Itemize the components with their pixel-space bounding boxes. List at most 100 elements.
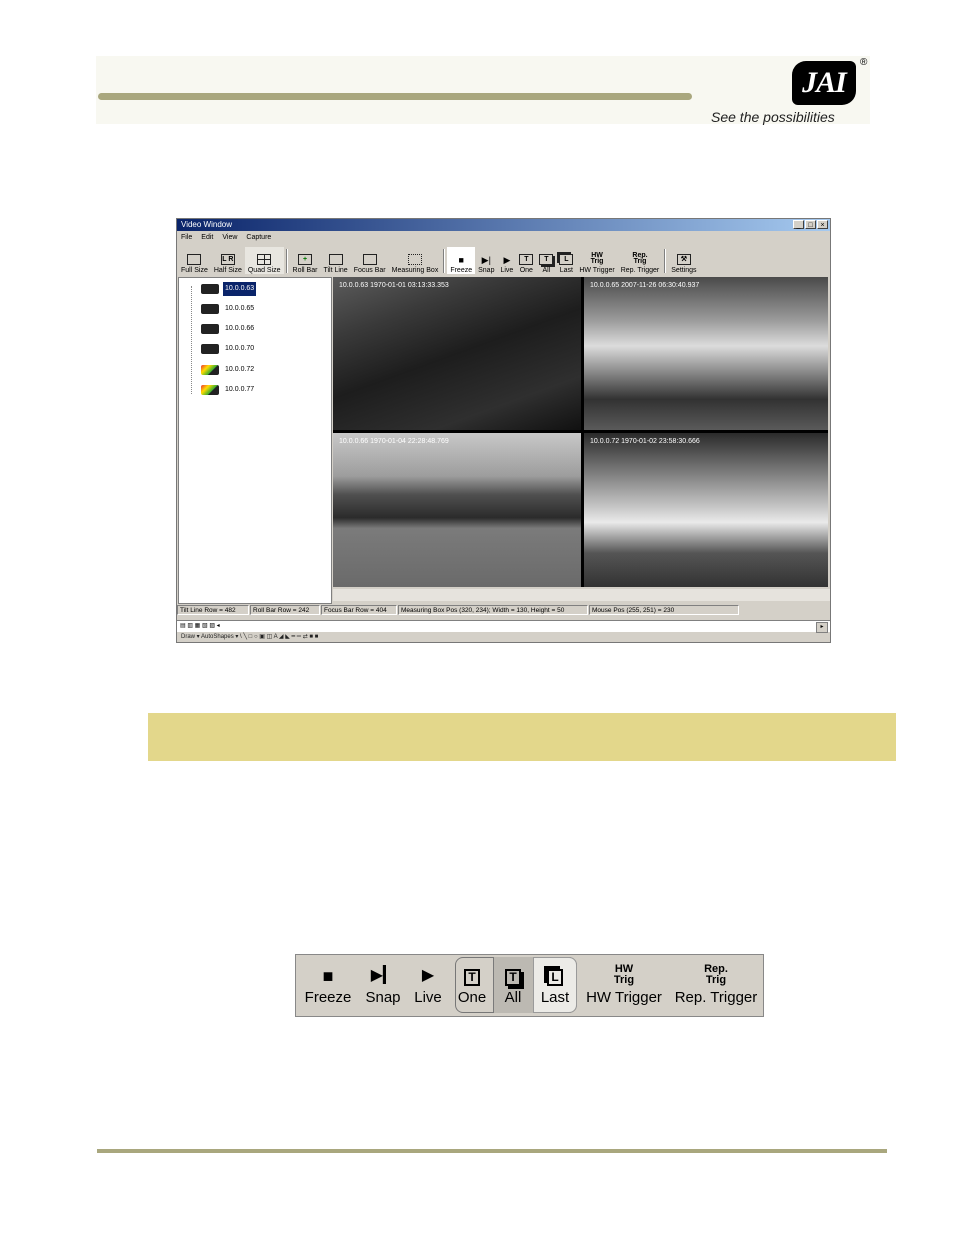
rep-trigger-label: Rep. Trigger [674,989,758,1006]
tilt-line-icon [328,254,343,265]
hw-trigger-button[interactable]: HW Trig HW Trigger [576,247,617,274]
window-titlebar: Video Window _ □ × [177,219,830,231]
hw-trigger-label: HW Trigger [579,267,615,274]
last-label: Last [559,267,573,274]
rep-trigger-button[interactable]: Rep. Trig Rep. Trigger [618,247,663,274]
half-size-label: Half Size [213,267,242,274]
live-button[interactable]: ▶ Live [411,955,445,1016]
camera-icon [201,304,219,314]
tree-item-camera[interactable]: 10.0.0.70 [201,342,256,356]
video-quadrant[interactable]: 10.0.0.72 1970-01-02 23:58:30.666 [584,433,828,587]
snap-label: Snap [365,989,401,1006]
one-label: One [457,989,487,1006]
freeze-button[interactable]: ■ Freeze [304,955,352,1016]
tree-item-camera[interactable]: 10.0.0.72 [201,363,256,377]
full-size-button[interactable]: Full Size [178,247,211,274]
menu-view[interactable]: View [222,232,237,243]
camera-ip: 10.0.0.77 [225,386,255,393]
camera-tree: 10.0.0.63 10.0.0.65 10.0.0.66 10.0.0.70 … [178,277,332,604]
tagline: See the possibilities [711,109,835,125]
document-view-bar: ▤ ▥ ▦ ▧ ▨ ◂ ▸ [177,620,830,633]
video-quadrant[interactable]: 10.0.0.66 1970-01-04 22:28:48.769 [333,433,581,587]
full-size-icon [187,254,202,265]
roll-bar-icon: + [298,254,312,265]
full-size-label: Full Size [181,267,208,274]
last-button[interactable]: L Last [556,247,576,274]
stop-icon: ■ [458,255,464,265]
all-button[interactable]: T All [495,955,531,1016]
last-trigger-icon: L [559,254,574,265]
snap-button[interactable]: ▶▎ Snap [362,955,404,1016]
all-button[interactable]: T All [536,247,556,274]
video-display[interactable]: 10.0.0.63 1970-01-01 03:13:33.353 10.0.0… [333,277,828,587]
video-overlay-text: 10.0.0.66 1970-01-04 22:28:48.769 [339,438,449,445]
horizontal-scrollbar[interactable] [333,589,830,601]
snap-icon: ▶▎ [370,967,396,984]
half-size-button[interactable]: L R Half Size [211,247,245,274]
freeze-button[interactable]: ■ Freeze [447,247,476,274]
measuring-box-button[interactable]: Measuring Box [389,247,442,274]
last-trigger-icon: L [547,955,563,989]
settings-button[interactable]: ⚒ Settings [668,247,699,274]
all-label: All [542,267,551,274]
window-controls: _ □ × [793,220,828,229]
maximize-button[interactable]: □ [805,220,816,229]
menu-capture[interactable]: Capture [246,232,271,243]
snap-button[interactable]: ▶| Snap [475,247,497,274]
focus-bar-label: Focus Bar [353,267,386,274]
tree-item-camera[interactable]: 10.0.0.77 [201,383,256,397]
menu-bar: File Edit View Capture [177,232,830,243]
toolbar-separator [664,249,667,273]
tilt-line-button[interactable]: Tilt Line [320,247,350,274]
tools-icon: ⚒ [676,254,691,265]
measuring-box-icon [407,254,422,265]
color-camera-icon [201,365,219,375]
one-label: One [519,267,533,274]
tree-item-camera[interactable]: 10.0.0.65 [201,302,256,316]
tree-item-camera[interactable]: 10.0.0.63 [201,282,257,296]
rep-trig-icon: Rep. Trig [704,963,728,986]
video-quadrant[interactable]: 10.0.0.65 2007-11-26 06:30:40.937 [584,277,828,430]
toolbar: Full Size L R Half Size Quad Size + Roll B… [177,245,830,274]
rep-trigger-button[interactable]: Rep. Trig Rep. Trigger [674,955,758,1016]
hw-trig-icon: HW Trig [590,252,604,265]
menu-edit[interactable]: Edit [201,232,213,243]
footer-rule [97,1149,887,1153]
camera-icon [201,284,219,294]
live-button[interactable]: ▶ Live [497,247,516,274]
hw-trigger-button[interactable]: HW Trig HW Trigger [586,955,662,1016]
camera-icon [201,324,219,334]
snap-label: Snap [478,267,495,274]
live-label: Live [500,267,514,274]
stop-icon: ■ [322,966,334,986]
jai-logo: JAI [792,61,856,105]
one-button[interactable]: T One [516,247,536,274]
hw-trig-icon: HW Trig [613,963,635,986]
video-window: Video Window _ □ × File Edit View Captur… [176,218,831,643]
tilt-line-label: Tilt Line [323,267,348,274]
measuring-box-label: Measuring Box [391,267,439,274]
play-icon: ▶ [421,967,435,984]
freeze-label: Freeze [304,989,352,1006]
one-trigger-icon: T [519,254,534,265]
camera-ip: 10.0.0.70 [225,345,255,352]
roll-bar-label: Roll Bar [292,267,318,274]
registered-mark: ® [860,57,868,68]
roll-bar-button[interactable]: + Roll Bar [290,247,321,274]
tree-item-camera[interactable]: 10.0.0.66 [201,322,256,336]
one-button[interactable]: T One [456,955,488,1016]
all-trigger-icon: T [539,254,554,265]
status-measuring-box: Measuring Box Pos (320, 234); Width = 13… [398,605,588,615]
close-button[interactable]: × [817,220,828,229]
video-quadrant[interactable]: 10.0.0.63 1970-01-01 03:13:33.353 [333,277,581,430]
view-buttons-icon[interactable]: ▤ ▥ ▦ ▧ ▨ ◂ [177,623,220,629]
minimize-button[interactable]: _ [793,220,804,229]
tree-line [191,286,193,394]
menu-file[interactable]: File [181,232,192,243]
focus-bar-button[interactable]: Focus Bar [351,247,389,274]
quad-size-button[interactable]: Quad Size [244,247,284,274]
last-button[interactable]: L Last [536,955,574,1016]
freeze-label: Freeze [450,267,473,274]
camera-ip: 10.0.0.63 [223,282,257,296]
focus-bar-icon [362,254,377,265]
